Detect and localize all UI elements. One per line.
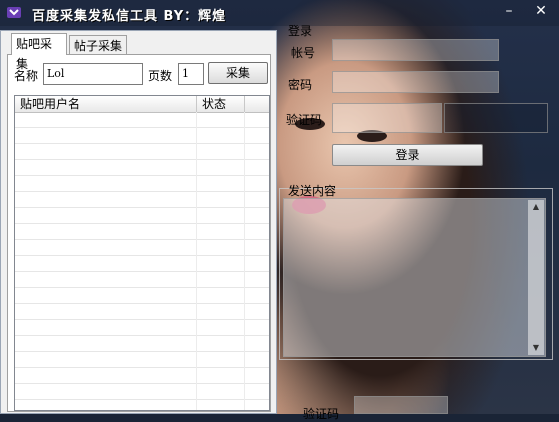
collect-button[interactable]: 采集 <box>208 62 268 84</box>
pages-label: 页数 <box>148 69 173 83</box>
tab-tieba-collect[interactable]: 贴吧采集 <box>11 33 67 71</box>
user-list[interactable]: 贴吧用户名 状态 <box>14 95 270 411</box>
title-bar: 百度采集发私信工具 BY：辉煌 – ✕ <box>0 0 559 26</box>
minimize-button[interactable]: – <box>494 2 524 22</box>
password-label: 密码 <box>288 78 313 92</box>
bottom-captcha-input[interactable] <box>354 396 448 414</box>
tab-post-collect[interactable]: 帖子采集 <box>69 35 127 55</box>
app-logo-icon <box>6 4 22 20</box>
send-content-textarea[interactable] <box>283 198 546 357</box>
account-input[interactable] <box>332 39 499 61</box>
column-header-status[interactable]: 状态 <box>197 96 245 112</box>
list-header: 贴吧用户名 状态 <box>15 96 269 113</box>
account-label: 帐号 <box>291 46 316 60</box>
content-scrollbar[interactable]: ▲ ▼ <box>528 200 544 355</box>
password-input[interactable] <box>332 71 499 93</box>
login-group-label: 登录 <box>288 24 313 38</box>
name-input[interactable]: Lol <box>43 63 143 85</box>
scroll-down-icon[interactable]: ▼ <box>531 343 541 353</box>
captcha-label: 验证码 <box>286 113 323 127</box>
column-divider <box>244 112 245 410</box>
send-content-label: 发送内容 <box>288 184 337 198</box>
scroll-up-icon[interactable]: ▲ <box>531 202 541 212</box>
column-header-username[interactable]: 贴吧用户名 <box>15 96 197 112</box>
window-title: 百度采集发私信工具 BY：辉煌 <box>32 9 227 24</box>
close-button[interactable]: ✕ <box>526 2 556 22</box>
login-button[interactable]: 登录 <box>332 144 483 166</box>
captcha-image[interactable] <box>444 103 548 133</box>
pages-input[interactable]: 1 <box>178 63 204 85</box>
list-rows <box>15 112 269 410</box>
column-divider <box>196 112 197 410</box>
captcha-input[interactable] <box>332 103 442 133</box>
